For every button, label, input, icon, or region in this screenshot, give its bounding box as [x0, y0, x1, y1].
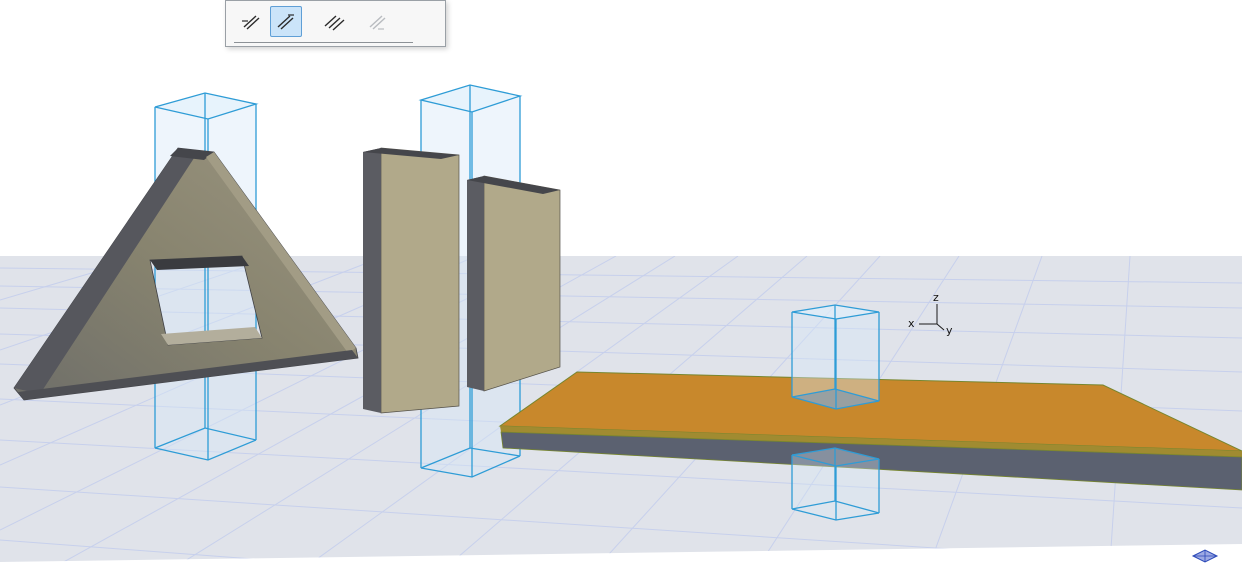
wall-option-1-button[interactable]	[236, 6, 268, 37]
wall-panel-2-side-face[interactable]	[467, 176, 484, 391]
wall-option-3-button[interactable]	[318, 6, 350, 37]
z-axis-label: z	[933, 291, 939, 304]
wall-option-4-icon	[369, 14, 386, 30]
3d-viewport-canvas[interactable]: z x y	[0, 0, 1242, 564]
wall-panel-1-front-face[interactable]	[380, 147, 460, 414]
selection-box-1[interactable]	[154, 92, 259, 461]
y-axis-label: y	[946, 324, 953, 337]
viewport-stage[interactable]: z x y	[0, 0, 1242, 564]
wall-option-4-button[interactable]	[362, 6, 394, 37]
wall-option-2-button[interactable]	[270, 6, 302, 37]
wall-panel-2[interactable]	[467, 175, 561, 392]
x-axis-label: x	[908, 317, 915, 330]
wall-option-3-icon	[324, 14, 345, 31]
toolbar-separator	[234, 42, 413, 43]
wall-option-2-icon	[277, 13, 294, 30]
wall-panel-2-front-face[interactable]	[483, 175, 561, 392]
wall-panel-1[interactable]	[363, 147, 460, 414]
wall-option-1-icon	[242, 14, 260, 30]
wall-panel-1-side-face[interactable]	[363, 148, 381, 413]
pet-palette-toolbar	[225, 0, 446, 47]
